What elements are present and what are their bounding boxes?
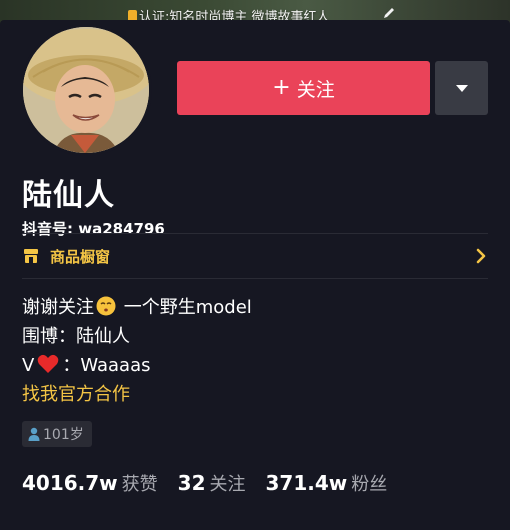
business-contact-link[interactable]: 找我官方合作: [22, 380, 252, 409]
stat-value: 32: [177, 471, 206, 495]
bio-text: V: [22, 355, 35, 376]
bio: 谢谢关注 一个野生model 围博：陆仙人 V ：Waaaas 找我官方合作: [22, 293, 252, 409]
bio-line: 围博：陆仙人: [22, 326, 130, 347]
age-label: 101岁: [43, 427, 84, 443]
following-stat[interactable]: 32 关注: [178, 470, 246, 496]
plus-icon: +: [272, 75, 291, 100]
bio-text: 一个野生model: [123, 297, 252, 318]
stat-label: 获赞: [121, 474, 158, 495]
stat-value: 4016.7w: [22, 471, 118, 495]
shop-window-row[interactable]: 商品橱窗: [22, 234, 488, 278]
shop-window-icon: [24, 249, 38, 263]
divider: [22, 278, 488, 279]
pencil-icon[interactable]: [382, 6, 396, 20]
likes-stat[interactable]: 4016.7w 获赞: [22, 470, 158, 496]
stats-row: 4016.7w 获赞 32 关注 371.4w 粉丝: [22, 470, 407, 496]
profile-name: 陆仙人: [22, 178, 115, 213]
follow-label: 关注: [296, 78, 335, 101]
more-options-button[interactable]: [435, 61, 488, 115]
stat-value: 371.4w: [265, 471, 348, 495]
bio-text: ：Waaaas: [62, 355, 151, 376]
stat-label: 粉丝: [351, 474, 388, 495]
shop-window-label: 商品橱窗: [50, 247, 111, 266]
chevron-right-icon: [476, 248, 486, 264]
bio-line: 谢谢关注 一个野生model: [22, 293, 252, 322]
profile-card: + 关注 陆仙人 抖音号: wa284796 商品橱窗 谢谢关注 一个野生mod…: [0, 20, 510, 530]
followers-stat[interactable]: 371.4w 粉丝: [266, 470, 388, 496]
age-tag: 101岁: [22, 421, 92, 447]
stat-label: 关注: [209, 474, 246, 495]
red-heart-icon: [38, 354, 59, 373]
bio-line: V ：Waaaas: [22, 351, 252, 380]
caret-down-icon: [455, 84, 468, 92]
profile-page: 认证:知名时尚博主 微博故事红人 + 关注 陆仙人 抖音号: wa284796 …: [0, 0, 510, 530]
follow-button[interactable]: + 关注: [177, 61, 430, 115]
kissing-face-icon: [96, 296, 116, 316]
avatar[interactable]: [20, 24, 152, 156]
bio-text: 谢谢关注: [22, 297, 94, 318]
person-icon: [28, 427, 40, 441]
